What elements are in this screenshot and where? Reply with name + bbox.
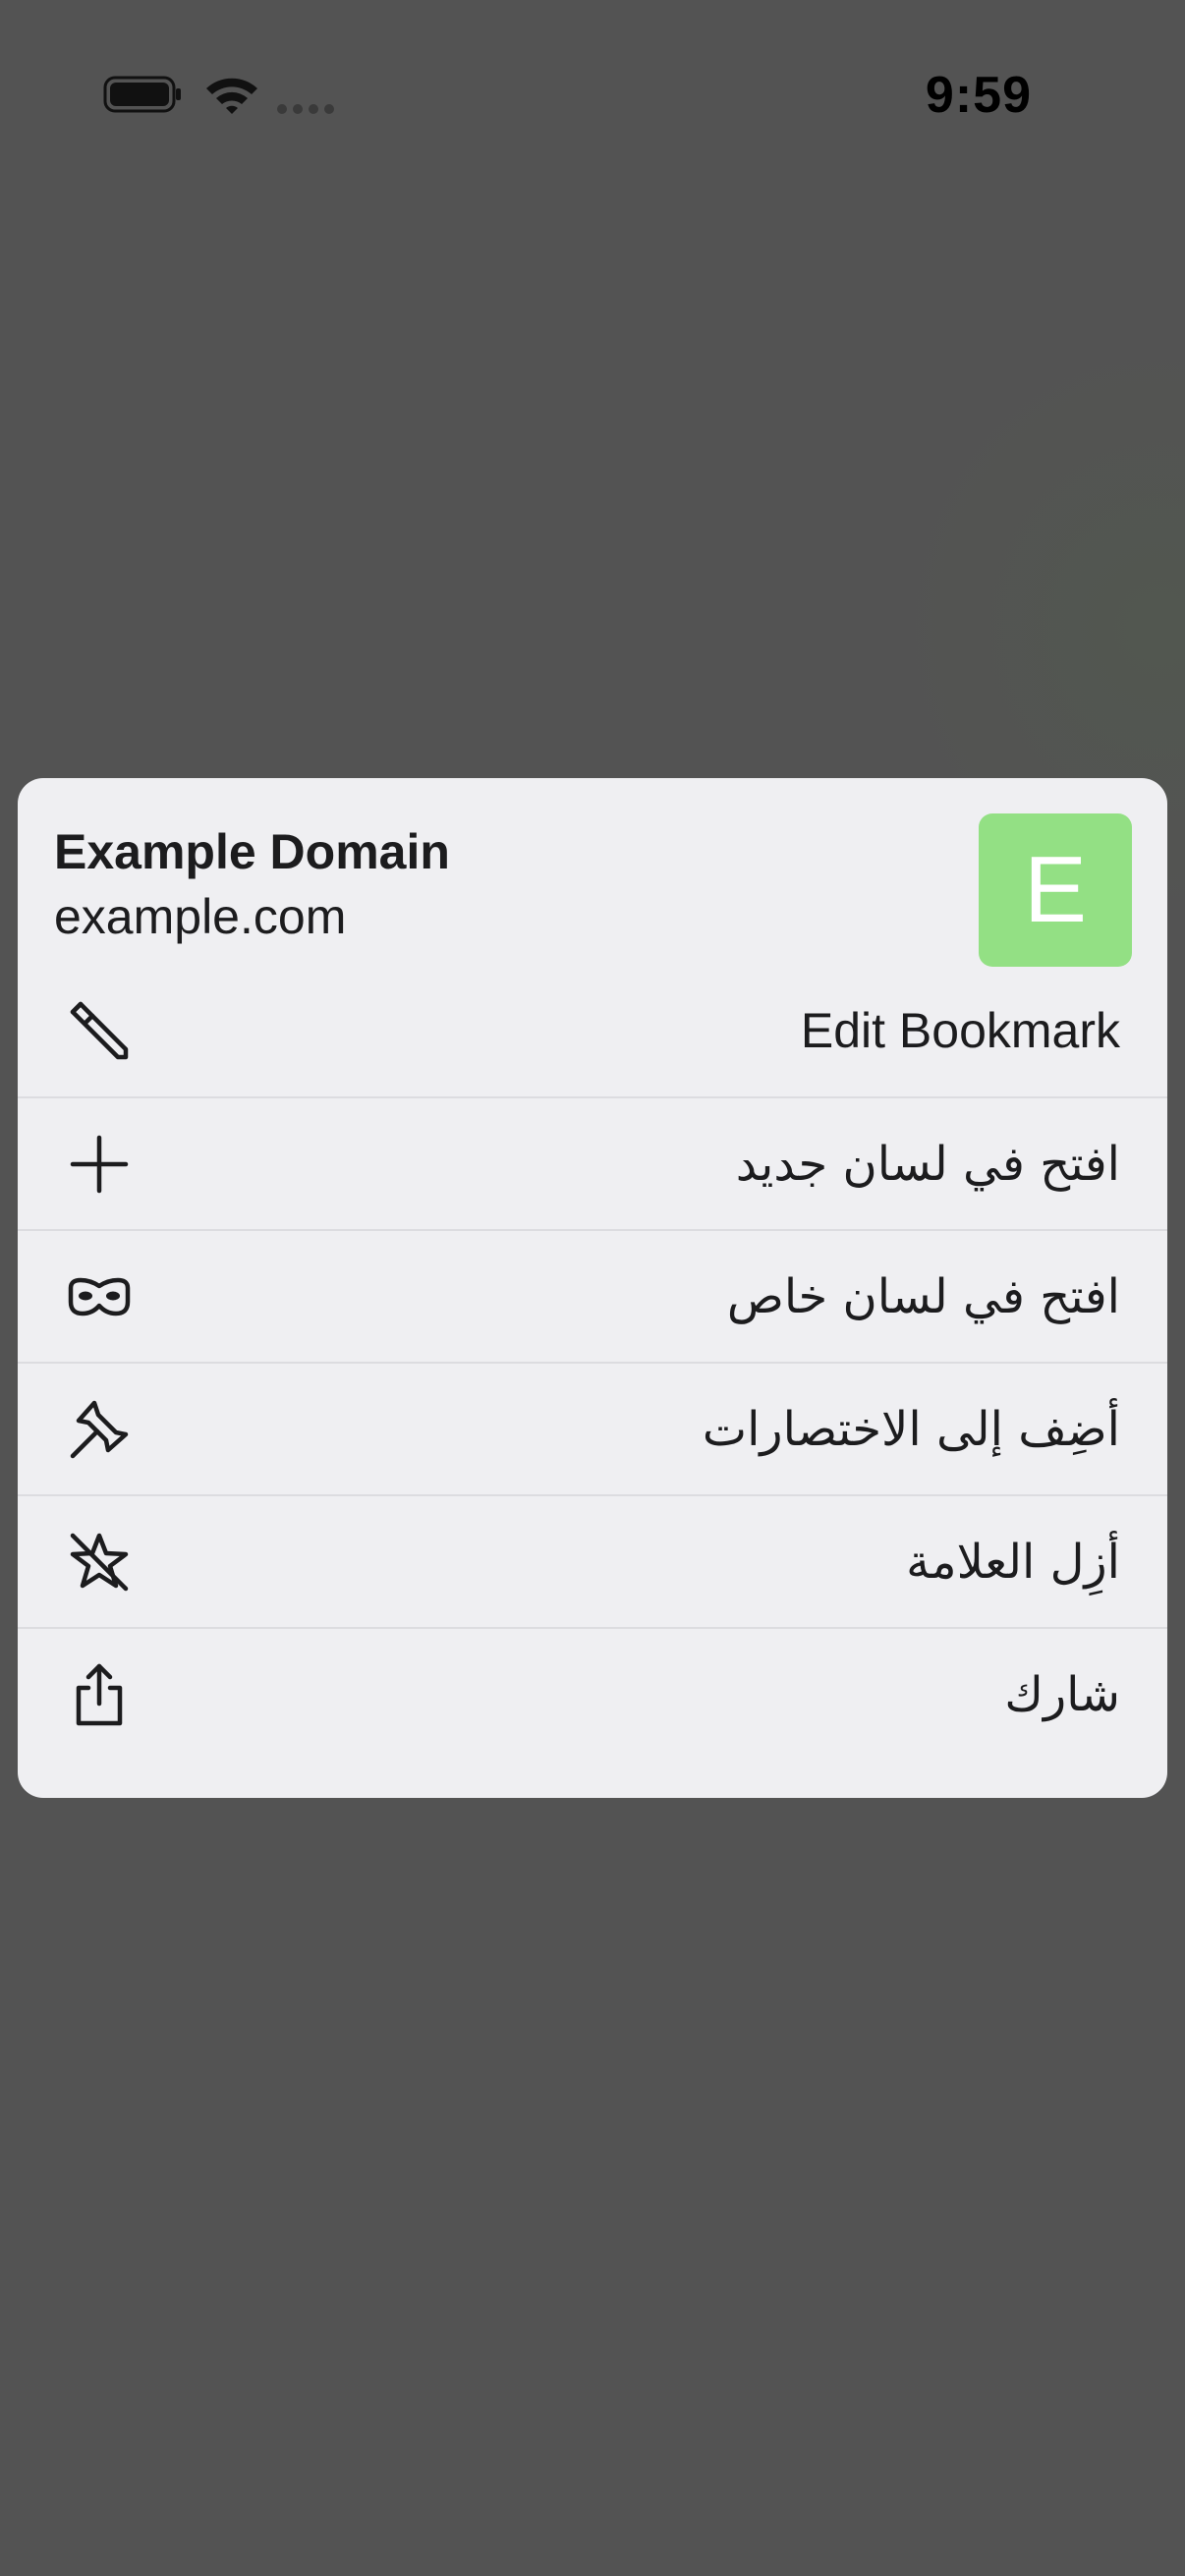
menu-item-open-private-tab[interactable]: افتح في لسان خاص bbox=[18, 1231, 1167, 1363]
menu-item-remove-bookmark[interactable]: أزِل العلامة bbox=[18, 1496, 1167, 1628]
wifi-icon bbox=[202, 73, 261, 116]
share-icon bbox=[65, 1660, 134, 1729]
pencil-icon bbox=[65, 996, 134, 1065]
menu-item-label: افتح في لسان خاص bbox=[726, 1269, 1120, 1324]
star-slash-icon bbox=[65, 1528, 134, 1596]
private-mask-icon bbox=[65, 1262, 134, 1331]
site-url: example.com bbox=[54, 889, 347, 944]
status-bar: 9:59 bbox=[0, 0, 1185, 196]
menu-item-label: افتح في لسان جديد bbox=[735, 1137, 1120, 1192]
menu-item-edit-bookmark[interactable]: Edit Bookmark bbox=[18, 965, 1167, 1096]
menu-item-share[interactable]: شارك bbox=[18, 1629, 1167, 1761]
cellular-no-signal-icon bbox=[276, 102, 339, 116]
menu-header: Example Domain example.com E bbox=[18, 778, 1167, 967]
plus-icon bbox=[65, 1130, 134, 1199]
menu-item-open-new-tab[interactable]: افتح في لسان جديد bbox=[18, 1098, 1167, 1230]
menu-item-label: شارك bbox=[1004, 1667, 1120, 1722]
status-time: 9:59 bbox=[925, 67, 1032, 124]
menu-item-label: Edit Bookmark bbox=[800, 1003, 1120, 1058]
bookmark-context-menu: Example Domain example.com E Edit Bookma… bbox=[18, 778, 1167, 1798]
menu-item-label: أزِل العلامة bbox=[906, 1535, 1120, 1590]
pin-icon bbox=[65, 1395, 134, 1464]
site-title: Example Domain bbox=[54, 824, 450, 879]
site-favicon: E bbox=[979, 813, 1132, 967]
favicon-letter: E bbox=[1023, 837, 1088, 942]
battery-full-icon bbox=[103, 76, 182, 113]
menu-item-add-to-shortcuts[interactable]: أضِف إلى الاختصارات bbox=[18, 1364, 1167, 1495]
menu-item-label: أضِف إلى الاختصارات bbox=[702, 1402, 1120, 1457]
